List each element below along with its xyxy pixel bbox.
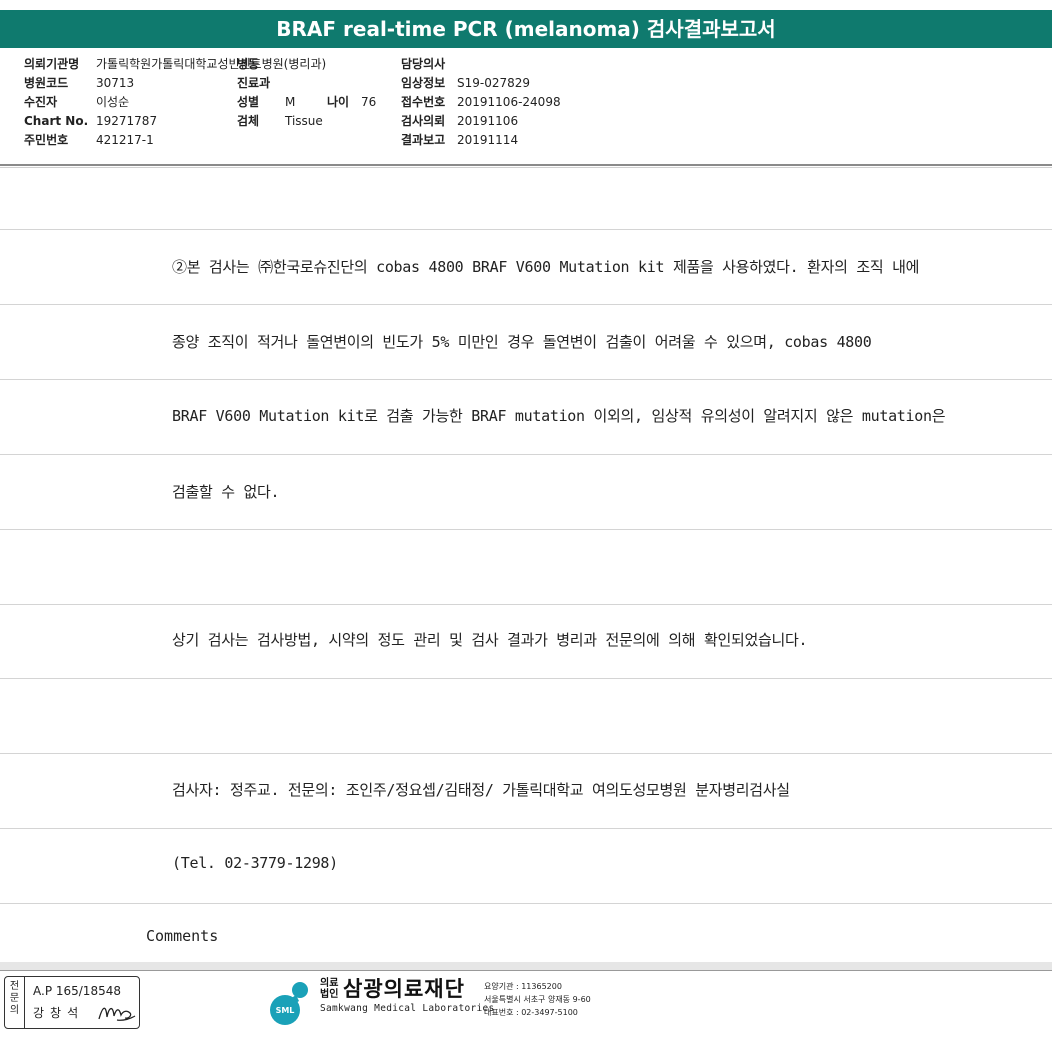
method-note-line-4: 검출할 수 없다. — [172, 483, 280, 501]
method-note-line-1: ②본 검사는 ㈜한국로슈진단의 cobas 4800 BRAF V600 Mut… — [172, 258, 920, 276]
sex-value: M — [285, 95, 296, 109]
hospital-code-label: 병원코드 — [24, 76, 69, 90]
institution-label: 의뢰기관명 — [24, 57, 80, 71]
stamp-side-text: 전문의 — [9, 981, 20, 1016]
receipt-no-row: 접수번호 20191106-24098 — [401, 93, 561, 112]
patient-info-column-2: 병동 진료과 성별 M 나이 76 검체 Tissue — [237, 55, 376, 131]
resident-no-label: 주민번호 — [24, 133, 69, 147]
logo-mark-text: SML — [276, 1006, 295, 1015]
method-note-line-3: BRAF V600 Mutation kit로 검출 가능한 BRAF muta… — [172, 407, 946, 425]
stamp-license: A.P 165/18548 — [33, 984, 121, 998]
sex-age-row: 성별 M 나이 76 — [237, 93, 376, 112]
logo-english-name: Samkwang Medical Laboratories — [320, 1003, 495, 1014]
row-divider — [0, 604, 1052, 605]
lab-address: 서울특별시 서초구 양재동 9-60 — [484, 995, 591, 1004]
clinical-info-row: 임상정보 S19-027829 — [401, 74, 561, 93]
result-report-row: 결과보고 20191114 — [401, 131, 561, 150]
row-divider — [0, 229, 1052, 230]
receipt-no-label: 접수번호 — [401, 95, 446, 109]
patient-info-column-3: 담당의사 임상정보 S19-027829 접수번호 20191106-24098 검… — [401, 55, 561, 150]
receipt-no-value: 20191106-24098 — [457, 95, 561, 109]
header-divider — [0, 164, 1052, 166]
logo-corporation-label: 의료 법인 — [320, 978, 338, 1000]
stamp-name: 강창석 — [33, 1006, 85, 1020]
specialist-stamp: 전문의 A.P 165/18548 강창석 — [4, 976, 140, 1029]
test-request-value: 20191106 — [457, 114, 519, 128]
stamp-side-label: 전문의 — [5, 977, 25, 1028]
sml-logo-icon: SML — [270, 982, 308, 1025]
row-divider — [0, 903, 1052, 904]
hospital-code-value: 30713 — [96, 76, 135, 90]
resident-no-row: 주민번호 421217-1 — [24, 131, 326, 150]
qc-statement: 상기 검사는 검사방법, 시약의 정도 관리 및 검사 결과가 병리과 전문의에… — [172, 631, 808, 649]
result-report-label: 결과보고 — [401, 133, 446, 147]
age-value: 76 — [361, 95, 377, 109]
test-request-row: 검사의뢰 20191106 — [401, 112, 561, 131]
telephone-line: (Tel. 02-3779-1298) — [172, 854, 338, 872]
examiner-line: 검사자: 정주교. 전문의: 조인주/정요셉/김태정/ 가톨릭대학교 여의도성모… — [172, 781, 790, 799]
specimen-value: Tissue — [285, 114, 323, 128]
age-label: 나이 — [327, 95, 350, 109]
specimen-label: 검체 — [237, 114, 260, 128]
logo-corp-text: 의료 법인 — [320, 978, 339, 1000]
row-divider — [0, 828, 1052, 829]
result-report-value: 20191114 — [457, 133, 519, 147]
patient-name-value: 이성순 — [96, 95, 130, 109]
lab-contact-info: 요양기관 : 11365200 서울특별시 서초구 양재동 9-60 대표번호 … — [484, 980, 591, 1019]
ward-row: 병동 — [237, 55, 376, 74]
signature-icon — [98, 1007, 136, 1021]
comments-label: Comments — [146, 927, 219, 945]
lab-phone: 대표번호 : 02-3497-5100 — [484, 1008, 578, 1017]
doctor-label: 담당의사 — [401, 57, 446, 71]
logo-korean-name: 삼광의료재단 — [343, 977, 465, 1001]
row-divider — [0, 304, 1052, 305]
footer-divider — [0, 970, 1052, 971]
clinical-info-value: S19-027829 — [457, 76, 531, 90]
resident-no-value: 421217-1 — [96, 133, 154, 147]
chart-no-value: 19271787 — [96, 114, 158, 128]
lab-institution-code: 요양기관 : 11365200 — [484, 982, 562, 991]
row-divider — [0, 454, 1052, 455]
header-divider-shadow — [0, 167, 1052, 168]
footer-band — [0, 962, 1052, 970]
report-title: BRAF real-time PCR (melanoma) 검사결과보고서 — [0, 10, 1052, 48]
row-divider — [0, 379, 1052, 380]
sex-label: 성별 — [237, 95, 260, 109]
specimen-row: 검체 Tissue — [237, 112, 376, 131]
doctor-row: 담당의사 — [401, 55, 561, 74]
row-divider — [0, 753, 1052, 754]
ward-label: 병동 — [237, 57, 260, 71]
test-request-label: 검사의뢰 — [401, 114, 446, 128]
department-row: 진료과 — [237, 74, 376, 93]
method-note-line-2: 종양 조직이 적거나 돌연변이의 빈도가 5% 미만인 경우 돌연변이 검출이 … — [172, 333, 872, 351]
row-divider — [0, 529, 1052, 530]
row-divider — [0, 678, 1052, 679]
department-label: 진료과 — [237, 76, 271, 90]
chart-no-label: Chart No. — [24, 114, 89, 128]
patient-name-label: 수진자 — [24, 95, 58, 109]
clinical-info-label: 임상정보 — [401, 76, 446, 90]
